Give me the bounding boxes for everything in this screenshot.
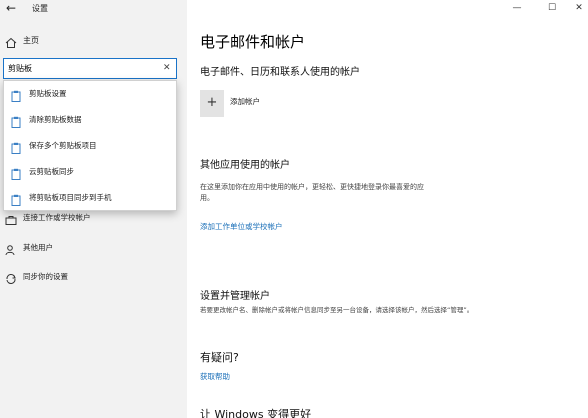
sidebar-item-home[interactable]: 主页 [0, 32, 187, 50]
clear-search-icon[interactable]: ✕ [163, 62, 171, 75]
suggestion-label: 云剪贴板同步 [29, 167, 74, 176]
suggestion-item[interactable]: 将剪贴板项目同步到手机 [4, 185, 176, 209]
clipboard-icon [11, 165, 21, 180]
manage-accounts-heading: 设置并管理帐户 [200, 291, 270, 302]
suggestion-item[interactable]: 云剪贴板同步 [4, 159, 176, 183]
main-content: 电子邮件和帐户 电子邮件、日历和联系人使用的帐户 + 添加帐户 其他应用使用的帐… [187, 0, 588, 418]
other-apps-description-line2: 用。 [200, 194, 214, 202]
sidebar-item-sync[interactable]: 同步你的设置 [0, 267, 187, 285]
clipboard-icon [11, 191, 21, 206]
sync-icon [5, 270, 17, 284]
clipboard-icon [11, 139, 21, 154]
clipboard-icon [11, 113, 21, 128]
add-account-button[interactable]: + [200, 90, 224, 117]
suggestion-label: 将剪贴板项目同步到手机 [29, 193, 112, 202]
suggestion-label: 剪贴板设置 [29, 89, 67, 98]
manage-accounts-description: 若要更改帐户名、删除帐户或将帐户信息同步至另一台设备，请选择该帐户，然后选择“管… [200, 306, 474, 314]
add-account-label[interactable]: 添加帐户 [230, 96, 260, 107]
sidebar-item-other-users[interactable]: 其他用户 [0, 238, 187, 256]
get-help-link[interactable]: 获取帮助 [200, 371, 230, 382]
email-accounts-heading: 电子邮件、日历和联系人使用的帐户 [200, 67, 360, 78]
settings-search-box[interactable]: ✕ [3, 58, 177, 79]
search-input[interactable] [8, 62, 158, 75]
other-apps-description-line1: 在这里添加你在应用中使用的帐户，更轻松、更快捷地登录你最喜爱的应 [200, 183, 424, 191]
sidebar-item-label: 主页 [23, 36, 39, 45]
person-add-icon [5, 241, 17, 256]
search-suggestions-list: 剪贴板设置 清除剪贴板数据 保存多个剪贴板项目 云剪贴板同步 将剪贴板项目同步到… [3, 80, 177, 211]
sidebar-item-label: 其他用户 [23, 243, 53, 252]
back-arrow-icon[interactable]: ← [3, 0, 19, 16]
suggestion-item[interactable]: 保存多个剪贴板项目 [4, 133, 176, 157]
suggestion-item[interactable]: 清除剪贴板数据 [4, 107, 176, 131]
help-heading: 有疑问? [200, 351, 239, 364]
briefcase-icon [5, 211, 17, 225]
sidebar-item-label: 同步你的设置 [23, 272, 68, 281]
improve-windows-heading: 让 Windows 变得更好 [200, 408, 312, 418]
suggestion-label: 保存多个剪贴板项目 [29, 141, 97, 150]
suggestion-item[interactable]: 剪贴板设置 [4, 81, 176, 105]
sidebar-item-label: 连接工作或学校帐户 [23, 213, 91, 222]
suggestion-label: 清除剪贴板数据 [29, 115, 82, 124]
window-title: 设置 [32, 4, 48, 13]
plus-icon: + [206, 95, 218, 110]
page-title: 电子邮件和帐户 [200, 33, 306, 51]
other-apps-heading: 其他应用使用的帐户 [200, 160, 290, 171]
add-work-school-account-link[interactable]: 添加工作单位或学校帐户 [200, 221, 283, 232]
home-icon [5, 34, 17, 48]
clipboard-icon [11, 87, 21, 102]
